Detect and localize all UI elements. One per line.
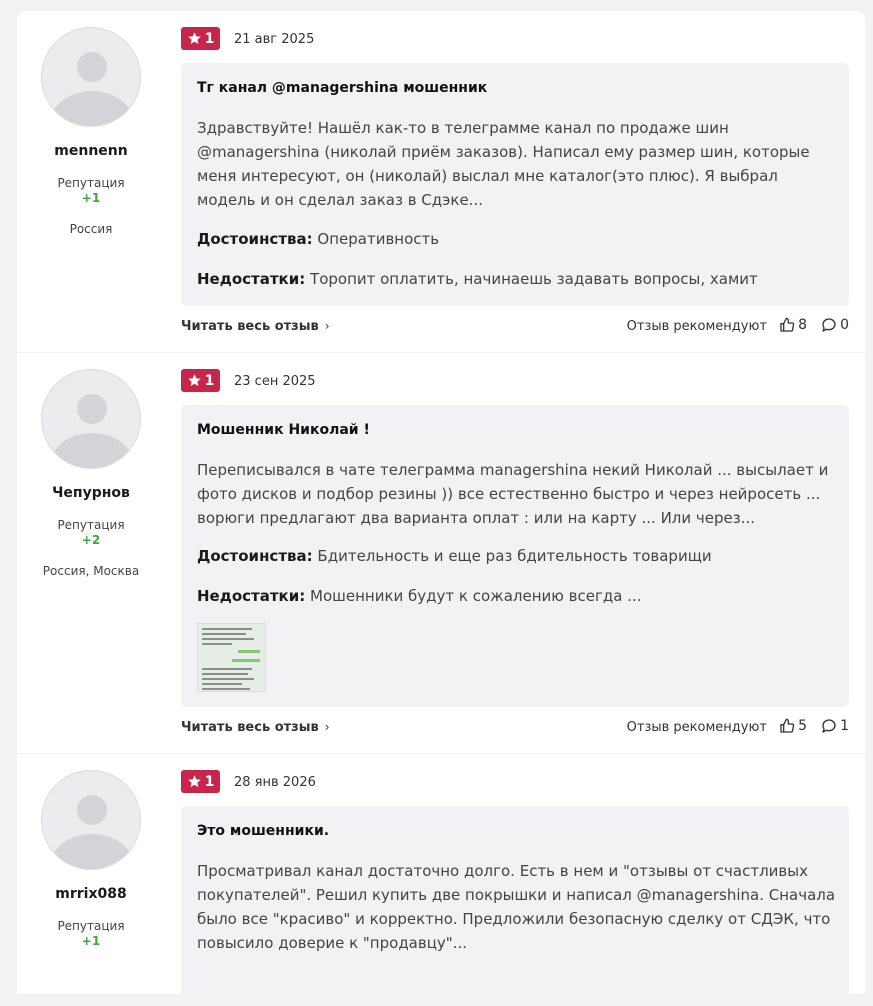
review-photo-thumbnail[interactable] bbox=[197, 623, 266, 692]
user-location: Россия bbox=[69, 222, 113, 236]
review-footer: Читать весь отзыв › Отзыв рекомендуют 5 1 bbox=[181, 718, 849, 738]
pros-label: Достоинства: bbox=[197, 230, 313, 248]
read-more-link[interactable]: Читать весь отзыв › bbox=[181, 319, 330, 334]
star-icon bbox=[187, 775, 201, 788]
review-card: Чепурнов Репутация +2 Россия, Москва 1 2… bbox=[17, 353, 865, 753]
thumbs-up-icon bbox=[780, 317, 795, 332]
review-title[interactable]: Это мошенники. bbox=[197, 823, 329, 839]
like-button[interactable]: 5 bbox=[779, 718, 807, 734]
cons-label: Недостатки: bbox=[197, 587, 306, 605]
reputation-value: +2 bbox=[81, 533, 101, 547]
recommend-label: Отзыв рекомендуют bbox=[626, 319, 767, 334]
user-avatar[interactable] bbox=[41, 770, 141, 870]
star-icon bbox=[187, 32, 201, 45]
read-more-link[interactable]: Читать весь отзыв › bbox=[181, 720, 330, 735]
review-cons: Недостатки: Торопит оплатить, начинаешь … bbox=[197, 270, 758, 288]
review-pros: Достоинства: Оперативность bbox=[197, 230, 439, 248]
reputation-value: +1 bbox=[81, 934, 101, 948]
comments-button[interactable]: 0 bbox=[821, 317, 849, 333]
review-card: mennenn Репутация +1 Россия 1 21 авг 202… bbox=[17, 11, 865, 352]
review-card: mrrix088 Репутация +1 1 28 янв 2026 Это … bbox=[17, 754, 865, 1006]
read-more-label: Читать весь отзыв bbox=[181, 319, 319, 334]
reputation-label: Репутация bbox=[57, 518, 125, 532]
review-text: Переписывался в чате телеграмма managers… bbox=[197, 461, 829, 527]
thumbs-up-icon bbox=[780, 718, 795, 733]
rating-badge: 1 bbox=[181, 770, 220, 793]
cons-label: Недостатки: bbox=[197, 270, 306, 288]
comments-count: 1 bbox=[840, 718, 849, 734]
review-title[interactable]: Тг канал @managershina мошенник bbox=[197, 80, 487, 96]
username-link[interactable]: mrrix088 bbox=[17, 886, 165, 902]
reputation-label: Репутация bbox=[57, 919, 125, 933]
review-date: 23 сен 2025 bbox=[234, 374, 316, 389]
comment-icon bbox=[822, 719, 836, 733]
reputation-value: +1 bbox=[81, 191, 101, 205]
comment-icon bbox=[822, 318, 836, 332]
star-icon bbox=[187, 374, 201, 387]
review-body[interactable]: Это мошенники. Просматривал канал достат… bbox=[181, 806, 849, 1006]
pros-label: Достоинства: bbox=[197, 547, 313, 565]
review-date: 21 авг 2025 bbox=[234, 32, 315, 47]
review-body[interactable]: Тг канал @managershina мошенник Здравств… bbox=[181, 63, 849, 306]
user-avatar[interactable] bbox=[41, 27, 141, 127]
likes-count: 8 bbox=[798, 317, 807, 333]
review-text: Просматривал канал достаточно долго. Ест… bbox=[197, 862, 836, 952]
username-link[interactable]: Чепурнов bbox=[17, 485, 165, 501]
review-cons: Недостатки: Мошенники будут к сожалению … bbox=[197, 587, 641, 605]
cons-text: Торопит оплатить, начинаешь задавать воп… bbox=[310, 270, 758, 288]
rating-value: 1 bbox=[204, 30, 215, 47]
review-text: Здравствуйте! Нашёл как-то в телеграмме … bbox=[197, 119, 810, 209]
rating-value: 1 bbox=[204, 372, 215, 389]
reputation-label: Репутация bbox=[57, 176, 125, 190]
chevron-right-icon: › bbox=[324, 319, 330, 333]
pros-text: Бдительность и еще раз бдительность това… bbox=[317, 547, 712, 565]
comments-count: 0 bbox=[840, 317, 849, 333]
user-avatar[interactable] bbox=[41, 369, 141, 469]
user-location: Россия, Москва bbox=[42, 564, 140, 578]
like-button[interactable]: 8 bbox=[779, 317, 807, 333]
read-more-label: Читать весь отзыв bbox=[181, 720, 319, 735]
likes-count: 5 bbox=[798, 718, 807, 734]
review-pros: Достоинства: Бдительность и еще раз бдит… bbox=[197, 547, 712, 565]
cons-text: Мошенники будут к сожалению всегда ... bbox=[310, 587, 642, 605]
username-link[interactable]: mennenn bbox=[17, 143, 165, 159]
pros-text: Оперативность bbox=[317, 230, 440, 248]
review-footer: Читать весь отзыв › Отзыв рекомендуют 8 0 bbox=[181, 317, 849, 337]
rating-badge: 1 bbox=[181, 27, 220, 50]
rating-badge: 1 bbox=[181, 369, 220, 392]
chevron-right-icon: › bbox=[324, 720, 330, 734]
comments-button[interactable]: 1 bbox=[821, 718, 849, 734]
review-date: 28 янв 2026 bbox=[234, 775, 316, 790]
rating-value: 1 bbox=[204, 773, 215, 790]
review-title[interactable]: Мошенник Николай ! bbox=[197, 422, 370, 438]
review-body[interactable]: Мошенник Николай ! Переписывался в чате … bbox=[181, 405, 849, 707]
recommend-label: Отзыв рекомендуют bbox=[626, 720, 767, 735]
